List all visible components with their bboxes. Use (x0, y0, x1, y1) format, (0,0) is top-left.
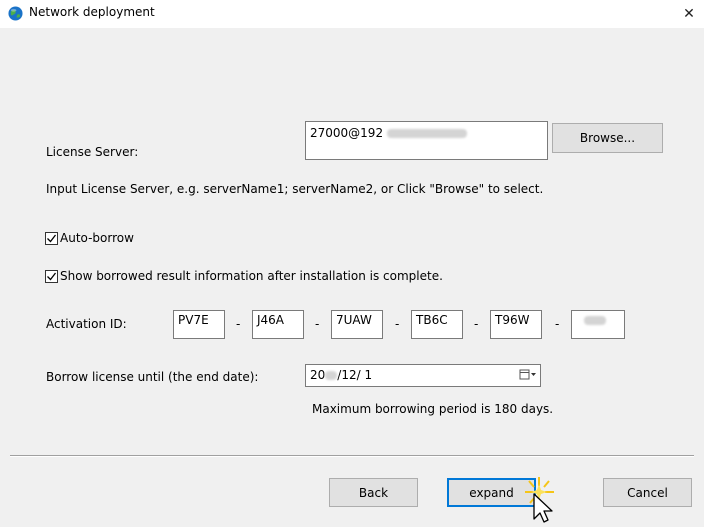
activation-part-value: T96W (495, 313, 530, 327)
calendar-dropdown-icon[interactable] (517, 367, 539, 383)
license-server-hint: Input License Server, e.g. serverName1; … (46, 182, 544, 196)
activation-part-value: 7UAW (336, 313, 372, 327)
redacted-text (386, 129, 467, 138)
redacted-text (584, 316, 606, 325)
borrow-date-year-prefix: 20 (310, 368, 326, 382)
license-server-label: License Server: (46, 145, 139, 159)
activation-part-value: TB6C (416, 313, 448, 327)
activation-separator: - (236, 317, 241, 331)
auto-borrow-label[interactable]: Auto-borrow (60, 231, 134, 245)
browse-button-label: Browse... (579, 131, 636, 145)
cancel-button-label: Cancel (627, 485, 668, 500)
auto-borrow-checkbox[interactable] (45, 232, 58, 245)
max-borrow-note: Maximum borrowing period is 180 days. (312, 402, 554, 416)
back-button[interactable]: Back (329, 478, 418, 507)
checkmark-icon (47, 234, 57, 243)
activation-id-part-1[interactable]: PV7E (173, 310, 225, 339)
activation-separator: - (315, 317, 320, 331)
back-button-label: Back (358, 485, 389, 500)
mouse-pointer-click-icon (525, 477, 554, 523)
borrow-date-rest: /12/ 1 (337, 368, 373, 382)
redacted-text (325, 371, 338, 380)
activation-part-value: J46A (257, 313, 285, 327)
borrow-date-picker[interactable]: 20/12/ 1 (305, 364, 541, 387)
show-result-checkbox[interactable] (45, 270, 58, 283)
activation-separator: - (555, 317, 560, 331)
window-title: Network deployment (29, 5, 155, 19)
activation-id-part-2[interactable]: J46A (252, 310, 304, 339)
activation-separator: - (474, 317, 479, 331)
show-result-label[interactable]: Show borrowed result information after i… (60, 269, 443, 283)
activation-separator: - (395, 317, 400, 331)
footer-divider (10, 455, 694, 457)
browse-button[interactable]: Browse... (552, 123, 663, 153)
globe-icon (8, 6, 23, 21)
activation-id-part-5[interactable]: T96W (490, 310, 542, 339)
license-server-input[interactable]: 27000@192 (305, 121, 548, 160)
cancel-button[interactable]: Cancel (603, 478, 692, 507)
close-button[interactable]: ✕ (674, 0, 704, 28)
expand-button-label: expand (469, 485, 514, 500)
borrow-until-label: Borrow license until (the end date): (46, 370, 259, 384)
checkmark-icon (47, 272, 57, 281)
license-server-value: 27000@192 (310, 126, 384, 140)
activation-id-label: Activation ID: (46, 317, 127, 331)
close-icon: ✕ (683, 6, 695, 22)
title-bar: Network deployment ✕ (0, 0, 704, 28)
activation-id-part-4[interactable]: TB6C (411, 310, 463, 339)
activation-id-part-6[interactable] (571, 310, 625, 339)
activation-part-value: PV7E (178, 313, 209, 327)
activation-id-part-3[interactable]: 7UAW (331, 310, 383, 339)
